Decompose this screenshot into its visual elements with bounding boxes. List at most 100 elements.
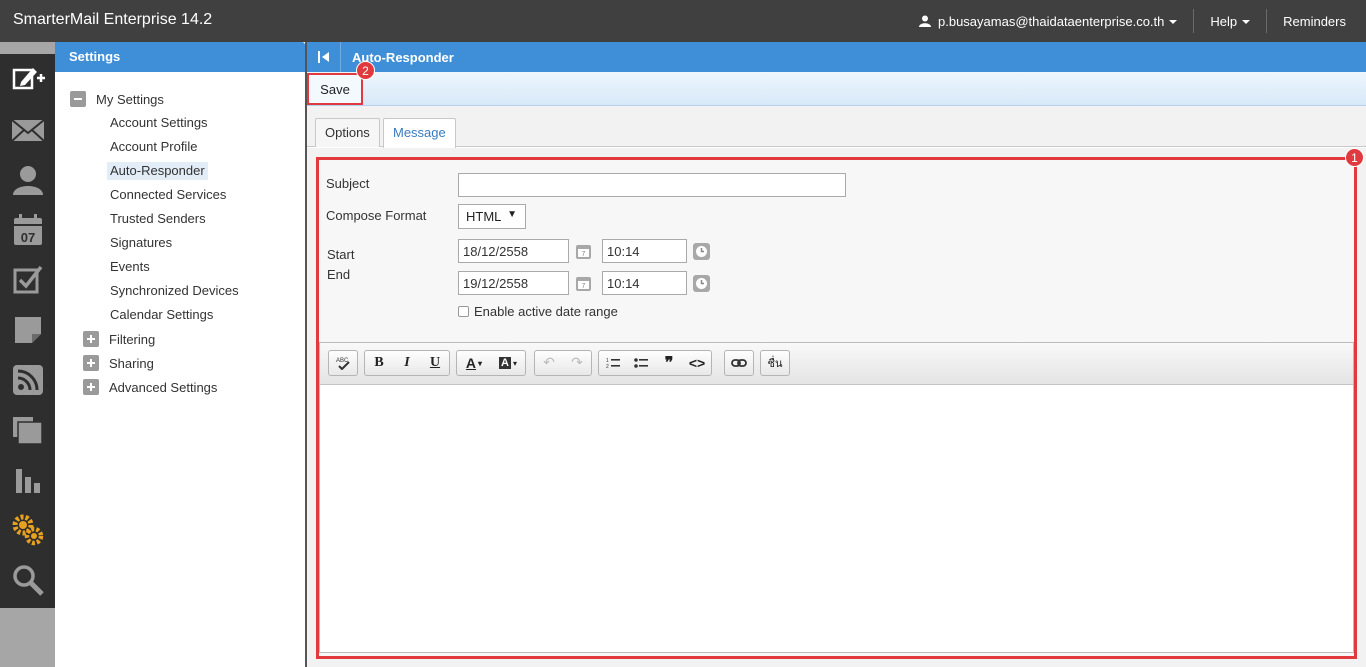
- calendar-picker-icon[interactable]: 7: [575, 275, 592, 292]
- tree-group-sharing[interactable]: Sharing: [55, 351, 305, 375]
- spellcheck-group: ABC: [328, 350, 358, 376]
- tree-item-label: Connected Services: [110, 187, 227, 202]
- tree-group-label: Filtering: [109, 331, 156, 347]
- save-button[interactable]: Save: [307, 73, 363, 105]
- tree-item-label: Signatures: [110, 235, 173, 250]
- contacts-icon[interactable]: [0, 157, 55, 203]
- tree-item-connected-services[interactable]: Connected Services: [55, 183, 305, 207]
- calendar-day: 07: [20, 230, 34, 245]
- tab-strip: Options Message: [307, 106, 1366, 148]
- link-icon[interactable]: [725, 351, 753, 375]
- compose-format-select[interactable]: HTML ▼: [458, 204, 526, 229]
- calendar-picker-icon[interactable]: 7: [575, 243, 592, 260]
- end-time-input[interactable]: [602, 271, 687, 295]
- chevron-down-icon: [1169, 20, 1178, 24]
- reminders-link[interactable]: Reminders: [1266, 9, 1366, 33]
- enable-date-range-checkbox[interactable]: [458, 306, 469, 317]
- history-group: ↶ ↷: [534, 350, 592, 376]
- tasks-icon[interactable]: [0, 257, 55, 303]
- editor-toolbar: ABC B I U A ▾ A ▾ ↶ ↷ 1 2 ❞ <> ชื่น: [320, 343, 1353, 385]
- svg-text:7: 7: [582, 283, 586, 290]
- tree-item-label: Auto-Responder: [107, 162, 208, 180]
- blockquote-icon[interactable]: ❞: [655, 351, 683, 375]
- source-code-icon[interactable]: <>: [683, 351, 711, 375]
- mail-icon[interactable]: [0, 107, 55, 153]
- tree-item-synchronized-devices[interactable]: Synchronized Devices: [55, 279, 305, 303]
- tree-group-advanced-settings[interactable]: Advanced Settings: [55, 375, 305, 399]
- chevron-down-icon: [1242, 20, 1251, 24]
- tree-item-trusted-senders[interactable]: Trusted Senders: [55, 207, 305, 231]
- bullet-list-icon[interactable]: [627, 351, 655, 375]
- tree-item-signatures[interactable]: Signatures: [55, 231, 305, 255]
- main-area: Auto-Responder Save 2 Options Message Su…: [307, 42, 1366, 667]
- ordered-list-icon[interactable]: 12: [599, 351, 627, 375]
- tab-options[interactable]: Options: [315, 118, 380, 147]
- text-color-icon[interactable]: A ▾: [457, 351, 491, 375]
- thai-tool-button[interactable]: ชื่น: [761, 351, 789, 375]
- icon-rail: 07: [0, 42, 55, 667]
- expand-icon[interactable]: [83, 355, 99, 371]
- start-time-input[interactable]: [602, 239, 687, 263]
- user-icon: [919, 15, 931, 27]
- main-header: Auto-Responder: [307, 42, 1366, 72]
- tree-item-label: Account Settings: [110, 115, 208, 130]
- message-body[interactable]: [320, 385, 1353, 653]
- collapse-icon[interactable]: [70, 91, 86, 107]
- search-icon[interactable]: [0, 557, 55, 603]
- dropdown-arrow-icon: ▼: [507, 209, 517, 220]
- clock-icon[interactable]: [693, 275, 710, 292]
- clock-icon[interactable]: [693, 243, 710, 260]
- background-color-icon[interactable]: A ▾: [491, 351, 525, 375]
- subject-input[interactable]: [458, 173, 846, 197]
- reports-icon[interactable]: [0, 457, 55, 503]
- app-title: SmarterMail Enterprise 14.2: [13, 11, 213, 28]
- tree-group-label: Advanced Settings: [109, 379, 218, 395]
- reminders-label: Reminders: [1283, 13, 1346, 29]
- help-label: Help: [1210, 13, 1238, 29]
- tree-group-label: Sharing: [109, 355, 154, 371]
- compose-icon[interactable]: [0, 56, 55, 102]
- end-label: End: [327, 267, 351, 282]
- rss-icon[interactable]: [0, 357, 55, 403]
- tree-item-events[interactable]: Events: [55, 255, 305, 279]
- redo-icon[interactable]: ↷: [563, 351, 591, 375]
- spellcheck-icon[interactable]: ABC: [329, 351, 357, 375]
- tree-item-label: Calendar Settings: [110, 307, 214, 322]
- color-group: A ▾ A ▾: [456, 350, 526, 376]
- tab-message[interactable]: Message: [383, 118, 456, 148]
- start-label: Start: [327, 247, 355, 262]
- expand-icon[interactable]: [83, 379, 99, 395]
- action-toolbar: Save 2: [307, 61, 1366, 106]
- settings-tree: My Settings Account Settings Account Pro…: [55, 72, 305, 399]
- settings-header: Settings: [55, 42, 305, 72]
- svg-text:7: 7: [582, 251, 586, 258]
- expand-icon[interactable]: [83, 331, 99, 347]
- underline-icon[interactable]: U: [421, 351, 449, 375]
- top-bar: SmarterMail Enterprise 14.2 p.busayamas@…: [0, 0, 1366, 42]
- calendar-icon[interactable]: 07: [0, 207, 55, 253]
- collapse-panel-button[interactable]: [307, 42, 341, 72]
- files-icon[interactable]: [0, 407, 55, 453]
- bold-icon[interactable]: B: [365, 351, 393, 375]
- tree-root-label: My Settings: [96, 91, 164, 107]
- start-date-input[interactable]: [458, 239, 569, 263]
- italic-icon[interactable]: I: [393, 351, 421, 375]
- tree-item-account-settings[interactable]: Account Settings: [55, 111, 305, 135]
- end-date-input[interactable]: [458, 271, 569, 295]
- tree-item-auto-responder[interactable]: Auto-Responder: [55, 159, 305, 183]
- thai-group: ชื่น: [760, 350, 790, 376]
- tree-item-account-profile[interactable]: Account Profile: [55, 135, 305, 159]
- compose-format-value: HTML: [466, 209, 502, 224]
- top-nav: p.busayamas@thaidataenterprise.co.th Hel…: [903, 0, 1366, 42]
- message-editor: ABC B I U A ▾ A ▾ ↶ ↷ 1 2 ❞ <> ชื่น: [319, 342, 1354, 653]
- user-menu[interactable]: p.busayamas@thaidataenterprise.co.th: [903, 9, 1193, 33]
- tree-root-my-settings[interactable]: My Settings: [55, 87, 305, 111]
- notes-icon[interactable]: [0, 307, 55, 353]
- tab-content: Subject Compose Format HTML ▼ Start End …: [307, 148, 1366, 667]
- help-menu[interactable]: Help: [1193, 9, 1266, 33]
- tree-item-calendar-settings[interactable]: Calendar Settings: [55, 303, 305, 327]
- tree-item-label: Synchronized Devices: [110, 283, 239, 298]
- tree-group-filtering[interactable]: Filtering: [55, 327, 305, 351]
- settings-icon[interactable]: [0, 507, 55, 553]
- undo-icon[interactable]: ↶: [535, 351, 563, 375]
